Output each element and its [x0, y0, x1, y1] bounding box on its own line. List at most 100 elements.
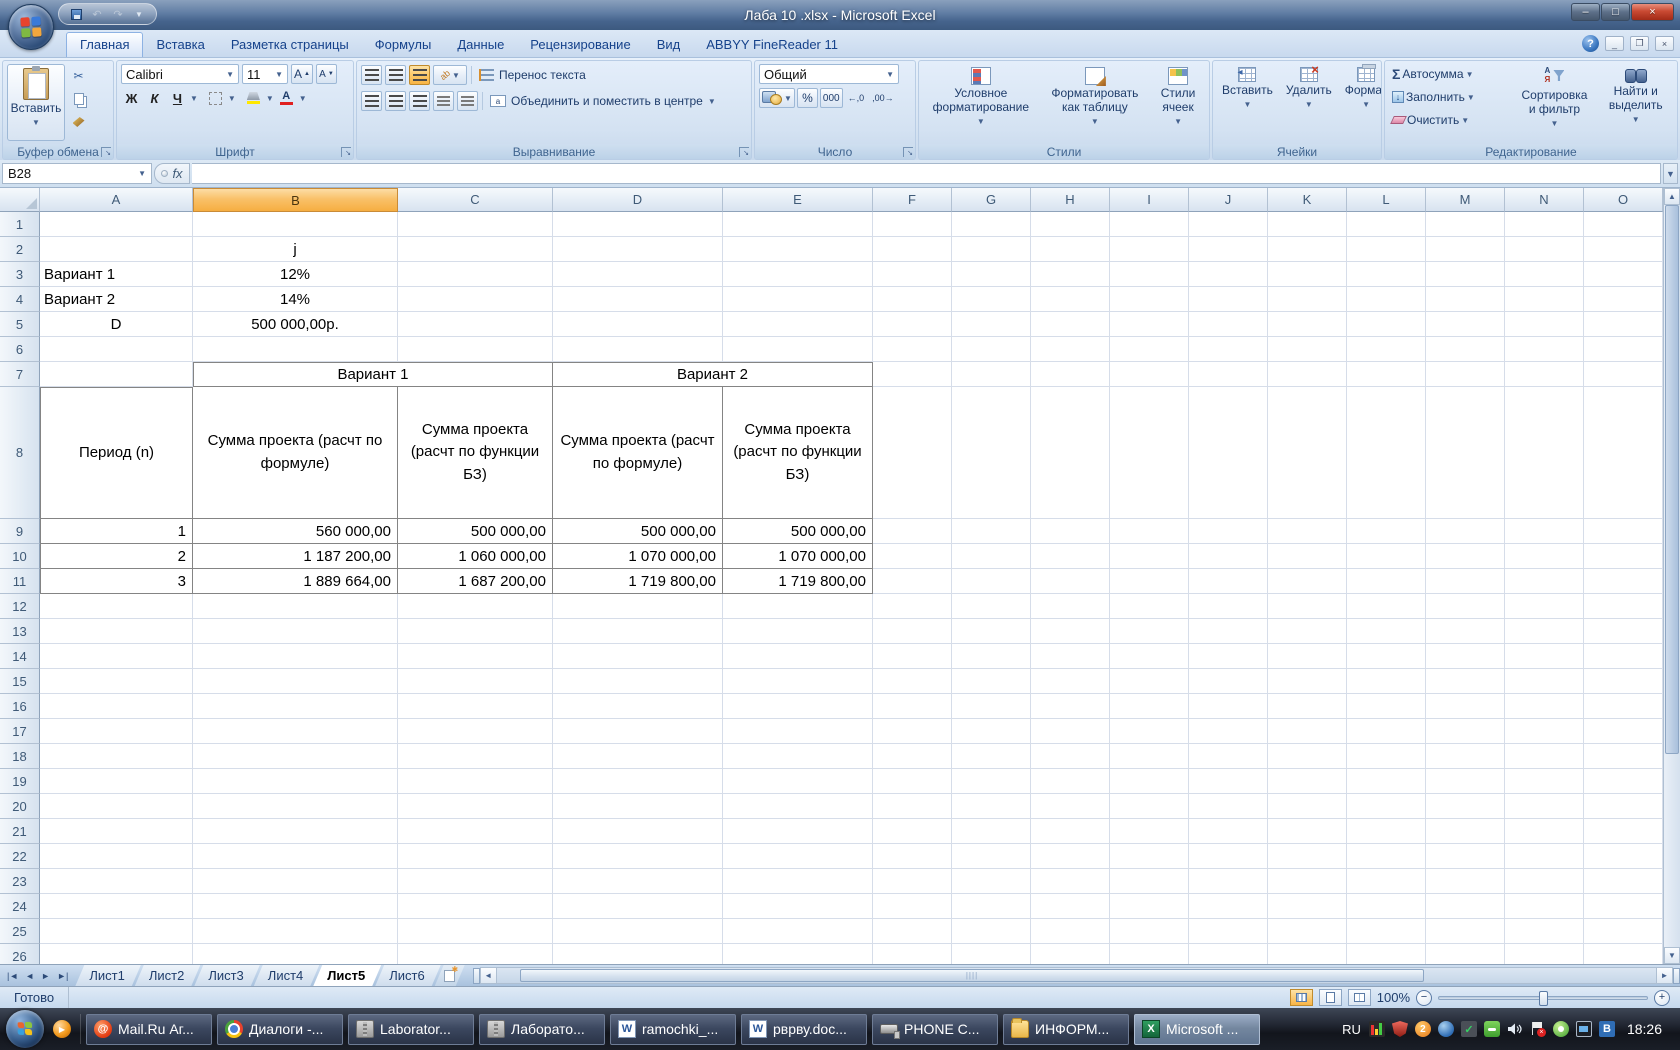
cell-J18[interactable]: [1189, 744, 1268, 769]
cell-K15[interactable]: [1268, 669, 1347, 694]
cell-B22[interactable]: [193, 844, 398, 869]
cell-G8[interactable]: [952, 387, 1031, 519]
horizontal-scroll-thumb[interactable]: ||||: [519, 969, 1425, 982]
cell-B11[interactable]: 1 889 664,00: [193, 569, 398, 594]
cell-A9[interactable]: 1: [40, 519, 193, 544]
cell-D12[interactable]: [553, 594, 723, 619]
cell-M12[interactable]: [1426, 594, 1505, 619]
comma-format-button[interactable]: 000: [819, 88, 843, 108]
increase-font-button[interactable]: А ▲: [291, 64, 313, 84]
cell-C20[interactable]: [398, 794, 553, 819]
cell-E20[interactable]: [723, 794, 873, 819]
cell-M11[interactable]: [1426, 569, 1505, 594]
column-header-L[interactable]: L: [1347, 188, 1426, 212]
cell-L3[interactable]: [1347, 262, 1426, 287]
cell-N20[interactable]: [1505, 794, 1584, 819]
language-indicator[interactable]: RU: [1342, 1022, 1361, 1037]
ribbon-tab-Разметка страницы[interactable]: Разметка страницы: [218, 33, 362, 57]
cell-A17[interactable]: [40, 719, 193, 744]
last-sheet-button[interactable]: ►|: [54, 970, 71, 982]
increase-indent-button[interactable]: [457, 91, 478, 111]
cell-L22[interactable]: [1347, 844, 1426, 869]
column-header-J[interactable]: J: [1189, 188, 1268, 212]
cell-C24[interactable]: [398, 894, 553, 919]
cell-F6[interactable]: [873, 337, 952, 362]
row-header-24[interactable]: 24: [0, 894, 40, 919]
cell-J2[interactable]: [1189, 237, 1268, 262]
office-button[interactable]: [8, 4, 54, 50]
cell-H12[interactable]: [1031, 594, 1110, 619]
cell-N25[interactable]: [1505, 919, 1584, 944]
font-dialog-launcher[interactable]: ↘: [341, 147, 351, 157]
cell-C14[interactable]: [398, 644, 553, 669]
cell-D10[interactable]: 1 070 000,00: [553, 544, 723, 569]
cell-G9[interactable]: [952, 519, 1031, 544]
taskbar-button-6[interactable]: Wрврву.doc...: [741, 1013, 867, 1045]
cell-I8[interactable]: [1110, 387, 1189, 519]
find-select-button[interactable]: Найти и выделить ▼: [1599, 64, 1674, 141]
align-bottom-button[interactable]: [409, 65, 430, 85]
cell-M26[interactable]: [1426, 944, 1505, 964]
cell-M19[interactable]: [1426, 769, 1505, 794]
cell-J4[interactable]: [1189, 287, 1268, 312]
row-header-25[interactable]: 25: [0, 919, 40, 944]
cell-G23[interactable]: [952, 869, 1031, 894]
cell-J8[interactable]: [1189, 387, 1268, 519]
row-header-14[interactable]: 14: [0, 644, 40, 669]
cell-H6[interactable]: [1031, 337, 1110, 362]
cell-E23[interactable]: [723, 869, 873, 894]
cell-N7[interactable]: [1505, 362, 1584, 387]
cell-O1[interactable]: [1584, 212, 1663, 237]
cell-D13[interactable]: [553, 619, 723, 644]
cell-K26[interactable]: [1268, 944, 1347, 964]
bold-button[interactable]: Ж: [121, 88, 142, 108]
cell-O21[interactable]: [1584, 819, 1663, 844]
workbook-minimize-button[interactable]: _: [1605, 36, 1624, 51]
row-header-3[interactable]: 3: [0, 262, 40, 287]
cell-M10[interactable]: [1426, 544, 1505, 569]
cell-N4[interactable]: [1505, 287, 1584, 312]
column-header-H[interactable]: H: [1031, 188, 1110, 212]
cell-E17[interactable]: [723, 719, 873, 744]
cell-B15[interactable]: [193, 669, 398, 694]
cell-N17[interactable]: [1505, 719, 1584, 744]
column-header-N[interactable]: N: [1505, 188, 1584, 212]
cell-H16[interactable]: [1031, 694, 1110, 719]
cell-L26[interactable]: [1347, 944, 1426, 964]
hscroll-split-handle[interactable]: [1673, 967, 1680, 984]
cell-G15[interactable]: [952, 669, 1031, 694]
cell-G10[interactable]: [952, 544, 1031, 569]
cell-H25[interactable]: [1031, 919, 1110, 944]
cell-D21[interactable]: [553, 819, 723, 844]
cell-L1[interactable]: [1347, 212, 1426, 237]
ribbon-tab-Главная[interactable]: Главная: [66, 32, 144, 57]
cell-H10[interactable]: [1031, 544, 1110, 569]
row-header-8[interactable]: 8: [0, 387, 40, 519]
cell-O23[interactable]: [1584, 869, 1663, 894]
cell-I12[interactable]: [1110, 594, 1189, 619]
cell-K20[interactable]: [1268, 794, 1347, 819]
cell-K1[interactable]: [1268, 212, 1347, 237]
cell-D7-merged[interactable]: Вариант 2: [553, 362, 873, 387]
cell-A8[interactable]: Период (n): [40, 387, 193, 519]
cell-D23[interactable]: [553, 869, 723, 894]
cell-A16[interactable]: [40, 694, 193, 719]
cell-I23[interactable]: [1110, 869, 1189, 894]
cell-I21[interactable]: [1110, 819, 1189, 844]
cell-F18[interactable]: [873, 744, 952, 769]
fill-button[interactable]: ↓ Заполнить ▼: [1389, 87, 1510, 107]
cell-J21[interactable]: [1189, 819, 1268, 844]
row-header-12[interactable]: 12: [0, 594, 40, 619]
cell-B5[interactable]: 500 000,00р.: [193, 312, 398, 337]
cell-L6[interactable]: [1347, 337, 1426, 362]
taskbar-button-7[interactable]: PHONE C...: [872, 1013, 998, 1045]
increase-decimal-button[interactable]: ←,0: [845, 88, 868, 108]
cell-J9[interactable]: [1189, 519, 1268, 544]
cell-A4[interactable]: Вариант 2: [40, 287, 193, 312]
next-sheet-button[interactable]: ►: [38, 970, 53, 982]
cell-B6[interactable]: [193, 337, 398, 362]
cell-M23[interactable]: [1426, 869, 1505, 894]
cell-N13[interactable]: [1505, 619, 1584, 644]
row-header-21[interactable]: 21: [0, 819, 40, 844]
cell-L12[interactable]: [1347, 594, 1426, 619]
